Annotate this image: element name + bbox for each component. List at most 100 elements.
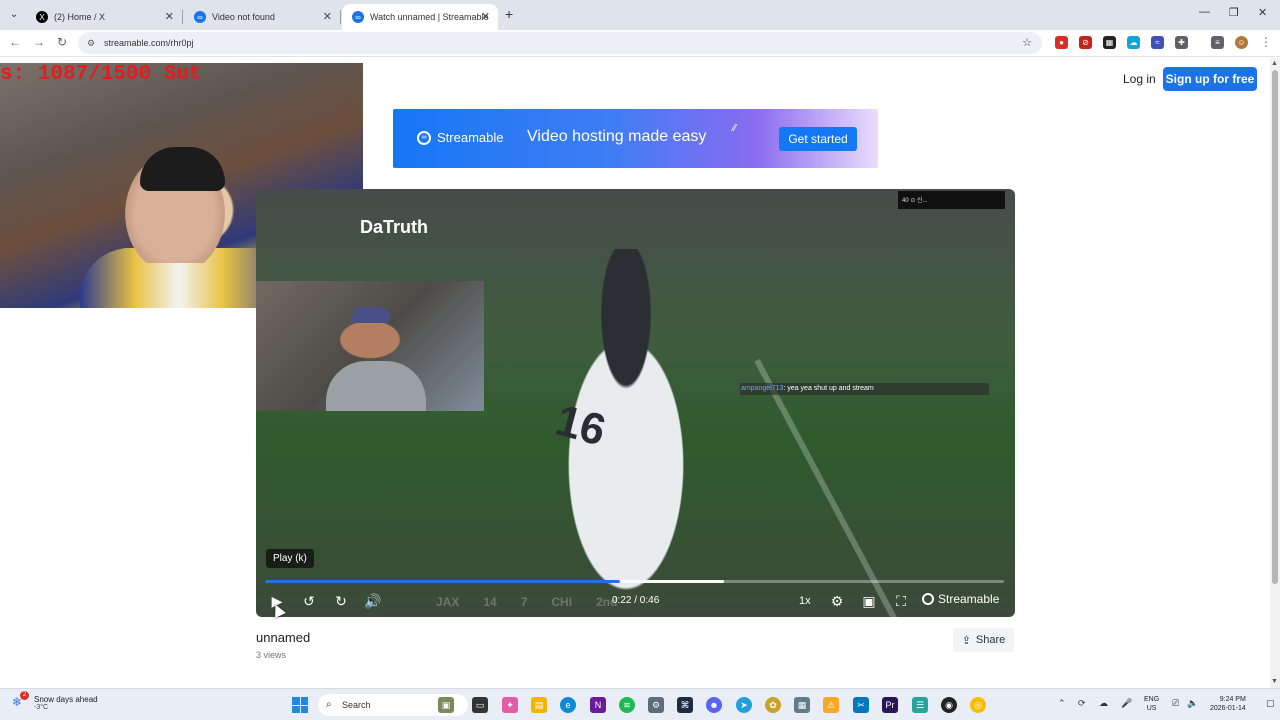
forward-icon[interactable]: → <box>33 35 45 49</box>
extension-block-icon[interactable]: ⊘ <box>1079 36 1092 49</box>
settings-gear-icon[interactable]: ⚙ <box>828 593 846 610</box>
clock-time: 9:24 PM <box>1219 696 1246 703</box>
scorebug-team-a: JAX <box>436 595 460 609</box>
share-icon: ⇪ <box>961 634 971 647</box>
chrome-icon[interactable]: ◎ <box>970 697 986 713</box>
copilot-icon[interactable]: ✦ <box>502 697 518 713</box>
volume-icon[interactable]: 🔊 <box>364 593 382 610</box>
start-button-icon[interactable] <box>292 697 308 713</box>
obs-icon[interactable]: ◉ <box>941 697 957 713</box>
x-logo-icon: X <box>36 11 48 23</box>
notes-app-icon[interactable]: ☰ <box>912 697 928 713</box>
settings-icon[interactable]: ⚙ <box>648 697 664 713</box>
close-tab-icon[interactable]: ✕ <box>481 10 490 23</box>
site-info-icon[interactable]: ⚙ <box>87 32 95 54</box>
extensions-puzzle-icon[interactable]: ✚ <box>1175 36 1188 49</box>
address-bar[interactable]: ⚙ streamable.com/rhr0pj ☆ <box>78 32 1042 54</box>
reactor-shirt <box>326 361 426 411</box>
app-dark-icon[interactable]: ⌘ <box>677 697 693 713</box>
back-icon[interactable]: ← <box>9 35 21 49</box>
extension-wave-icon[interactable]: ≈ <box>1151 36 1164 49</box>
tab-home-x[interactable]: X (2) Home / X ✕ <box>26 4 183 30</box>
reload-icon[interactable]: ↻ <box>57 35 67 49</box>
time-display: 0:22 / 0:46 <box>612 595 660 606</box>
promo-banner[interactable]: ∞ Streamable Video hosting made easy ⁄⁄ … <box>393 109 878 168</box>
player-brand-text: Streamable <box>938 592 1000 606</box>
video-player[interactable]: 16 DaTruth 40 ⊙ 신... ampangel713: yea ye… <box>256 189 1015 617</box>
streamable-logo-icon: ∞ <box>417 130 431 145</box>
notification-badge: 2 <box>20 691 29 700</box>
player-brand-link[interactable]: Streamable <box>922 592 999 606</box>
app-yellow-icon[interactable]: ✿ <box>765 697 781 713</box>
windows-taskbar: ❄ 2 Snow days ahead -3°C ⌕ Search ▣ ▭ ✦ ▤… <box>0 688 1280 720</box>
widget-cube-icon[interactable]: ▣ <box>438 697 454 713</box>
scorebug: JAX 14 7 CHI 2nd <box>436 595 617 609</box>
share-button[interactable]: ⇪ Share <box>953 628 1014 652</box>
chat-text: : yea yea shut up and stream <box>783 385 874 392</box>
notifications-icon[interactable]: ▢ <box>1266 698 1275 709</box>
warning-app-icon[interactable]: ⚠ <box>823 697 839 713</box>
speaker-icon[interactable]: 🔈 <box>1187 698 1198 709</box>
share-label: Share <box>975 634 1006 646</box>
scroll-down-icon[interactable]: ▼ <box>1271 678 1278 685</box>
signup-button[interactable]: Sign up for free <box>1163 67 1257 91</box>
tray-chevron-icon[interactable]: ⌃ <box>1058 698 1066 709</box>
language-indicator[interactable]: ENG US <box>1144 695 1159 713</box>
profile-avatar-icon[interactable]: ☺ <box>1235 36 1248 49</box>
close-tab-icon[interactable]: ✕ <box>165 10 174 23</box>
restore-button[interactable]: ❐ <box>1229 6 1239 19</box>
scrollbar-thumb[interactable] <box>1272 70 1278 584</box>
rewind-icon[interactable]: ↺ <box>300 593 318 610</box>
banner-tagline: Video hosting made easy <box>527 128 707 145</box>
extension-record-icon[interactable]: ● <box>1055 36 1068 49</box>
banner-logo: ∞ Streamable <box>417 130 503 145</box>
tab-video-not-found[interactable]: ∞ Video not found ✕ <box>184 4 341 30</box>
cloud-off-icon[interactable]: ☁ <box>1099 698 1108 709</box>
get-started-button[interactable]: Get started <box>779 127 857 151</box>
close-tab-icon[interactable]: ✕ <box>323 10 332 23</box>
login-link[interactable]: Log in <box>1123 72 1156 86</box>
spotify-icon[interactable]: ≋ <box>619 697 635 713</box>
file-explorer-icon[interactable]: ▤ <box>531 697 547 713</box>
close-window-button[interactable]: ✕ <box>1258 6 1267 19</box>
streamable-icon: ∞ <box>194 11 206 23</box>
page-scrollbar[interactable]: ▲ ▼ <box>1270 58 1280 688</box>
premiere-icon[interactable]: Pr <box>882 697 898 713</box>
playback-speed-button[interactable]: 1x <box>799 595 811 607</box>
microphone-icon[interactable]: 🎤 <box>1121 698 1132 709</box>
bookmark-star-icon[interactable]: ☆ <box>1022 32 1032 54</box>
app-next-icon[interactable]: N <box>590 697 606 713</box>
fullscreen-icon[interactable]: ⛶ <box>892 593 910 610</box>
edge-icon[interactable]: e <box>560 697 576 713</box>
seek-bar[interactable] <box>266 580 1004 583</box>
weather-widget[interactable]: ❄ 2 Snow days ahead -3°C <box>12 691 98 711</box>
weather-title: Snow days ahead <box>34 695 98 704</box>
lang-top: ENG <box>1144 696 1160 703</box>
mini-stream-overlay: 40 ⊙ 신... <box>898 191 1005 209</box>
tab-title: Video not found <box>212 12 275 22</box>
snowflake-icon: ❄ 2 <box>12 691 29 711</box>
task-view-icon[interactable]: ▭ <box>472 697 488 713</box>
browser-menu-icon[interactable]: ⋮ <box>1260 35 1272 49</box>
scroll-up-icon[interactable]: ▲ <box>1271 60 1278 67</box>
search-icon: ⌕ <box>326 699 332 710</box>
telegram-icon[interactable]: ➤ <box>736 697 752 713</box>
sync-icon[interactable]: ⟳ <box>1078 698 1086 709</box>
forward-icon[interactable]: ↻ <box>332 593 350 610</box>
browser-toolbar: ← → ↻ ⚙ streamable.com/rhr0pj ☆ ● ⊘ ▦ ☁ … <box>0 30 1280 57</box>
extension-cloud-icon[interactable]: ☁ <box>1127 36 1140 49</box>
discord-icon[interactable]: ☻ <box>706 697 722 713</box>
extension-grid-icon[interactable]: ▦ <box>1103 36 1116 49</box>
picture-in-picture-icon[interactable]: ▣ <box>860 593 878 610</box>
tab-title: Watch unnamed | Streamable <box>370 12 489 22</box>
reading-list-icon[interactable]: ≡ <box>1211 36 1224 49</box>
new-tab-button[interactable]: + <box>505 6 513 22</box>
minimize-button[interactable]: — <box>1199 6 1210 18</box>
display-icon[interactable]: ⎚ <box>1172 698 1179 709</box>
calculator-icon[interactable]: ▦ <box>794 697 810 713</box>
tab-watch-unnamed[interactable]: ∞ Watch unnamed | Streamable ✕ <box>342 4 498 30</box>
snipping-tool-icon[interactable]: ✂ <box>853 697 869 713</box>
tab-search-icon[interactable]: ⌄ <box>6 7 22 23</box>
played-bar <box>266 580 620 583</box>
system-clock[interactable]: 9:24 PM 2026-01-14 <box>1210 695 1246 713</box>
